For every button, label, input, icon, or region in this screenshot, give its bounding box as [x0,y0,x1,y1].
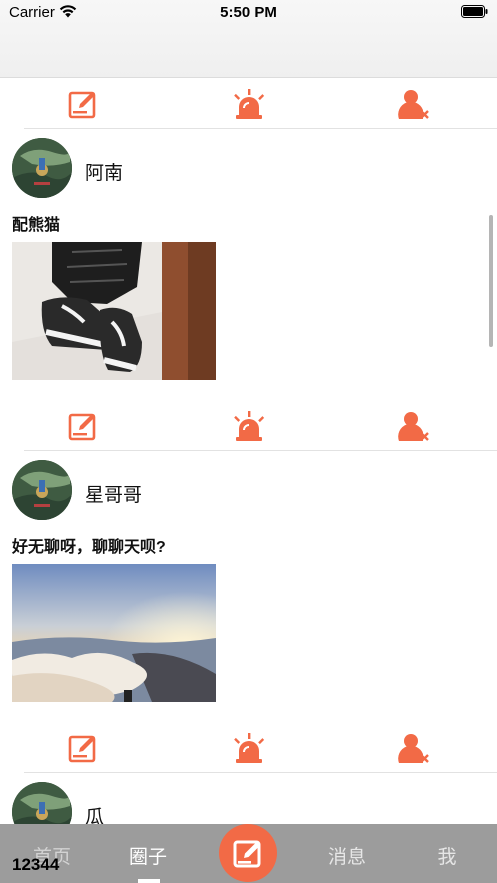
post-image[interactable] [12,564,216,702]
status-bar: Carrier 5:50 PM [0,0,497,28]
edit-icon[interactable] [67,732,99,764]
circle-feed[interactable]: 阿南 配熊猫 星哥哥 好无聊呀，聊聊天呗? 瓜 [0,79,497,824]
post-username[interactable]: 瓜 [85,802,104,824]
overlay-counter: 12344 [12,855,60,874]
edit-icon[interactable] [67,410,99,442]
alarm-icon[interactable] [233,732,265,764]
post-text: 好无聊呀，聊聊天呗? [12,539,166,556]
avatar[interactable] [12,782,72,824]
compose-button[interactable] [219,824,277,882]
top-header: Carrier 5:50 PM [0,0,497,78]
post-username[interactable]: 星哥哥 [85,480,142,507]
tab-me[interactable]: 我 [425,842,469,869]
post-card[interactable]: 星哥哥 好无聊呀，聊聊天呗? [0,451,497,723]
active-tab-indicator [138,879,160,883]
edit-icon[interactable] [67,88,99,120]
alarm-icon[interactable] [233,410,265,442]
unfollow-user-icon[interactable] [398,732,430,764]
tab-messages[interactable]: 消息 [322,842,372,869]
status-time: 5:50 PM [220,4,277,21]
post-action-row [0,401,497,451]
avatar[interactable] [12,138,72,198]
unfollow-user-icon[interactable] [398,88,430,120]
alarm-icon[interactable] [233,88,265,120]
post-card[interactable]: 瓜 [0,773,497,824]
app-screen: Carrier 5:50 PM 阿南 配熊猫 星哥哥 好无聊呀，聊聊天呗? 瓜 … [0,0,497,883]
compose-icon [233,840,261,868]
post-text: 配熊猫 [12,217,61,234]
post-username[interactable]: 阿南 [85,158,123,185]
tab-circle[interactable]: 圈子 [123,842,173,869]
post-action-row [0,79,497,129]
unfollow-user-icon[interactable] [398,410,430,442]
battery-icon [461,5,488,18]
avatar[interactable] [12,460,72,520]
post-image[interactable] [12,242,216,380]
post-card[interactable]: 阿南 配熊猫 [0,129,497,401]
post-action-row [0,723,497,773]
